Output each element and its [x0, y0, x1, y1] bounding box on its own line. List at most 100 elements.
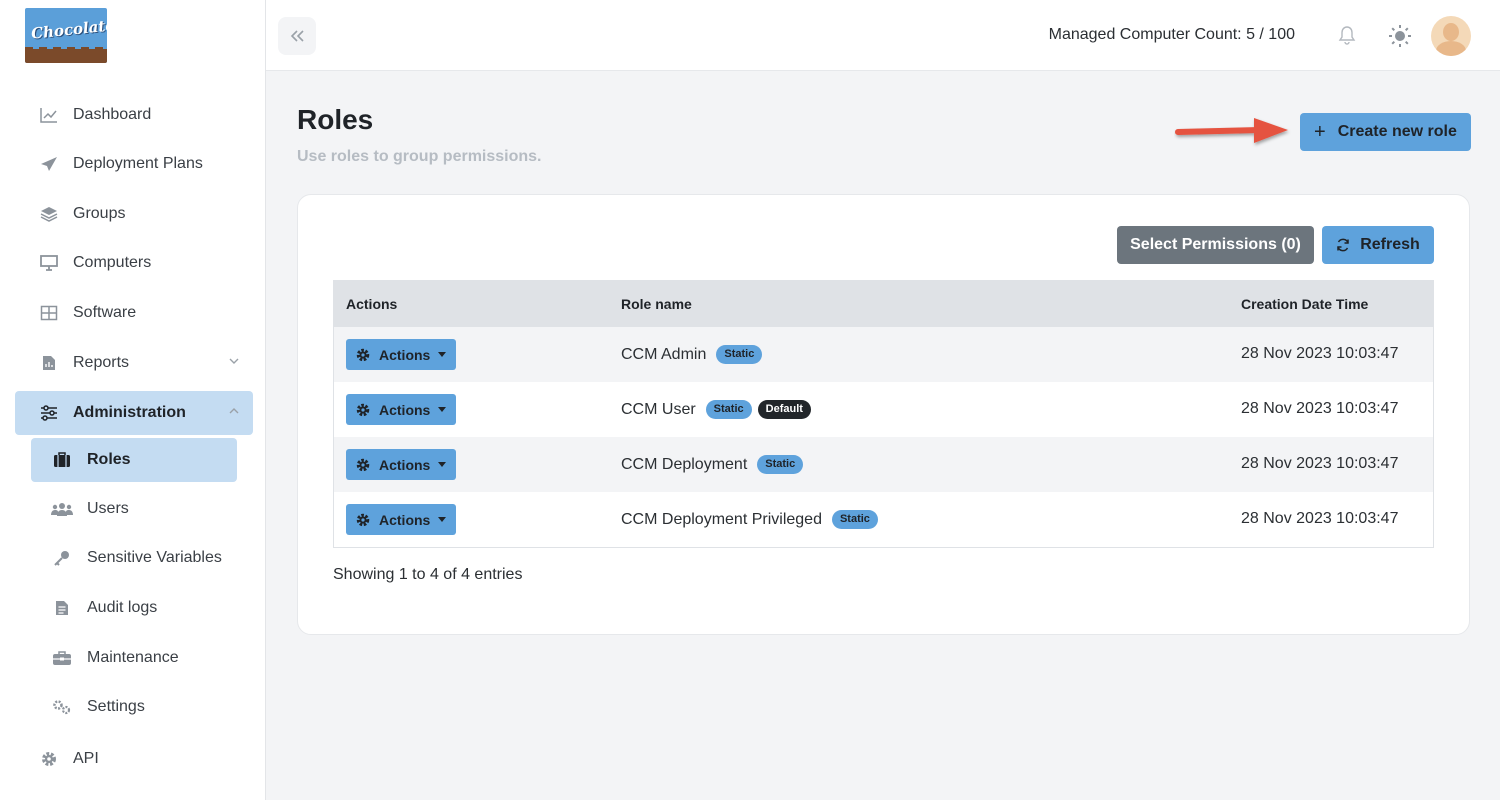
column-header-role-name[interactable]: Role name [621, 296, 692, 312]
create-new-role-button[interactable]: + Create new role [1300, 113, 1471, 151]
page-title: Roles [297, 104, 374, 135]
user-avatar[interactable] [1431, 16, 1471, 56]
sidebar-item-label: Dashboard [73, 106, 152, 123]
sidebar-subitem-roles[interactable]: Roles [31, 438, 237, 482]
chocolatey-logo[interactable]: Chocolatey [25, 8, 107, 63]
caret-down-icon [438, 462, 447, 467]
sidebar-subitem-maintenance[interactable]: Maintenance [31, 636, 237, 680]
actions-label: Actions [379, 401, 431, 418]
sidebar-item-api[interactable]: API [15, 737, 253, 781]
default-badge: Default [757, 400, 811, 419]
sidebar-subitem-audit-logs[interactable]: Audit logs [31, 586, 237, 630]
gear-icon [37, 750, 61, 768]
actions-label: Actions [379, 346, 431, 363]
file-chart-icon [37, 354, 61, 372]
bell-icon[interactable] [1338, 25, 1356, 50]
paper-plane-icon [37, 155, 61, 173]
chevron-up-icon [229, 405, 239, 419]
row-actions-dropdown[interactable]: Actions [346, 449, 456, 480]
sidebar-item-deployment-plans[interactable]: Deployment Plans [15, 142, 253, 186]
sidebar-item-administration[interactable]: Administration [15, 391, 253, 435]
sidebar: Chocolatey Dashboard Deployment Plans Gr… [0, 0, 266, 800]
sidebar-item-label: Administration [73, 404, 186, 421]
sidebar-item-label: Users [87, 500, 129, 517]
creation-date: 28 Nov 2023 10:03:47 [1241, 510, 1399, 527]
caret-down-icon [438, 352, 447, 357]
create-new-role-label: Create new role [1337, 123, 1457, 140]
role-name: CCM Deployment [621, 455, 748, 473]
top-header: Managed Computer Count: 5 / 100 [266, 0, 1500, 71]
roles-table: Actions Role name Creation Date Time Act… [333, 280, 1434, 548]
column-header-actions[interactable]: Actions [346, 296, 397, 312]
sidebar-item-label: Settings [87, 698, 145, 715]
sidebar-item-dashboard[interactable]: Dashboard [15, 93, 253, 137]
toolbox-icon [51, 649, 73, 667]
row-actions-dropdown[interactable]: Actions [346, 339, 456, 370]
select-permissions-button[interactable]: Select Permissions (0) [1117, 226, 1314, 264]
role-name: CCM User [621, 400, 696, 418]
creation-date: 28 Nov 2023 10:03:47 [1241, 455, 1399, 472]
table-header: Actions Role name Creation Date Time [334, 281, 1433, 327]
sliders-icon [37, 404, 61, 422]
static-badge: Static [705, 400, 752, 419]
file-text-icon [51, 599, 73, 617]
refresh-icon [1337, 238, 1349, 252]
row-actions-dropdown[interactable]: Actions [346, 394, 456, 425]
plus-icon: + [1314, 121, 1326, 143]
page-subtitle: Use roles to group permissions. [297, 148, 542, 165]
caret-down-icon [438, 517, 447, 522]
sidebar-item-groups[interactable]: Groups [15, 192, 253, 236]
managed-computer-count: Managed Computer Count: 5 / 100 [1048, 26, 1295, 43]
key-icon [51, 549, 73, 567]
sidebar-item-software[interactable]: Software [15, 291, 253, 335]
creation-date: 28 Nov 2023 10:03:47 [1241, 345, 1399, 362]
sidebar-item-label: Audit logs [87, 599, 158, 616]
sidebar-item-label: Reports [73, 354, 130, 371]
select-permissions-label: Select Permissions (0) [1130, 236, 1301, 253]
table-info: Showing 1 to 4 of 4 entries [333, 566, 523, 583]
sidebar-item-computers[interactable]: Computers [15, 241, 253, 285]
double-chevron-left-icon [290, 30, 304, 42]
sidebar-item-label: Roles [87, 451, 131, 468]
gear-icon [355, 512, 371, 528]
sidebar-item-reports[interactable]: Reports [15, 341, 253, 385]
table-row: Actions CCM Deployment Static 28 Nov 202… [334, 437, 1433, 492]
row-actions-dropdown[interactable]: Actions [346, 504, 456, 535]
gears-icon [51, 698, 73, 716]
briefcase-icon [51, 451, 73, 469]
gear-icon [355, 457, 371, 473]
sidebar-subitem-sensitive-variables[interactable]: Sensitive Variables [31, 536, 237, 580]
sidebar-item-label: Software [73, 304, 137, 321]
role-name: CCM Admin [621, 345, 707, 363]
users-icon [51, 500, 73, 518]
table-row: Actions CCM Deployment Privileged Static… [334, 492, 1433, 547]
refresh-label: Refresh [1360, 236, 1420, 253]
sidebar-item-label: Sensitive Variables [87, 549, 222, 566]
creation-date: 28 Nov 2023 10:03:47 [1241, 400, 1399, 417]
sidebar-item-label: API [73, 750, 99, 767]
role-name: CCM Deployment Privileged [621, 510, 822, 528]
actions-label: Actions [379, 456, 431, 473]
column-header-creation-date[interactable]: Creation Date Time [1241, 296, 1368, 312]
static-badge: Static [831, 510, 878, 529]
sidebar-item-label: Deployment Plans [73, 155, 203, 172]
table-row: Actions CCM Admin Static 28 Nov 2023 10:… [334, 327, 1433, 382]
chevron-down-icon [229, 355, 239, 369]
sidebar-subitem-settings[interactable]: Settings [31, 685, 237, 729]
refresh-button[interactable]: Refresh [1322, 226, 1434, 264]
static-badge: Static [757, 455, 804, 474]
sidebar-subitem-users[interactable]: Users [31, 487, 237, 531]
layers-icon [37, 205, 61, 223]
sidebar-item-label: Computers [73, 254, 152, 271]
sidebar-item-label: Groups [73, 205, 126, 222]
gear-icon [355, 402, 371, 418]
grid-icon [37, 304, 61, 322]
monitor-icon [37, 254, 61, 272]
gear-icon [355, 347, 371, 363]
sidebar-item-label: Maintenance [87, 649, 179, 666]
collapse-sidebar-button[interactable] [278, 17, 316, 55]
caret-down-icon [438, 407, 447, 412]
table-row: Actions CCM User Static Default 28 Nov 2… [334, 382, 1433, 437]
theme-toggle-sun-icon[interactable] [1388, 24, 1412, 53]
annotation-arrow-icon [1175, 118, 1288, 143]
